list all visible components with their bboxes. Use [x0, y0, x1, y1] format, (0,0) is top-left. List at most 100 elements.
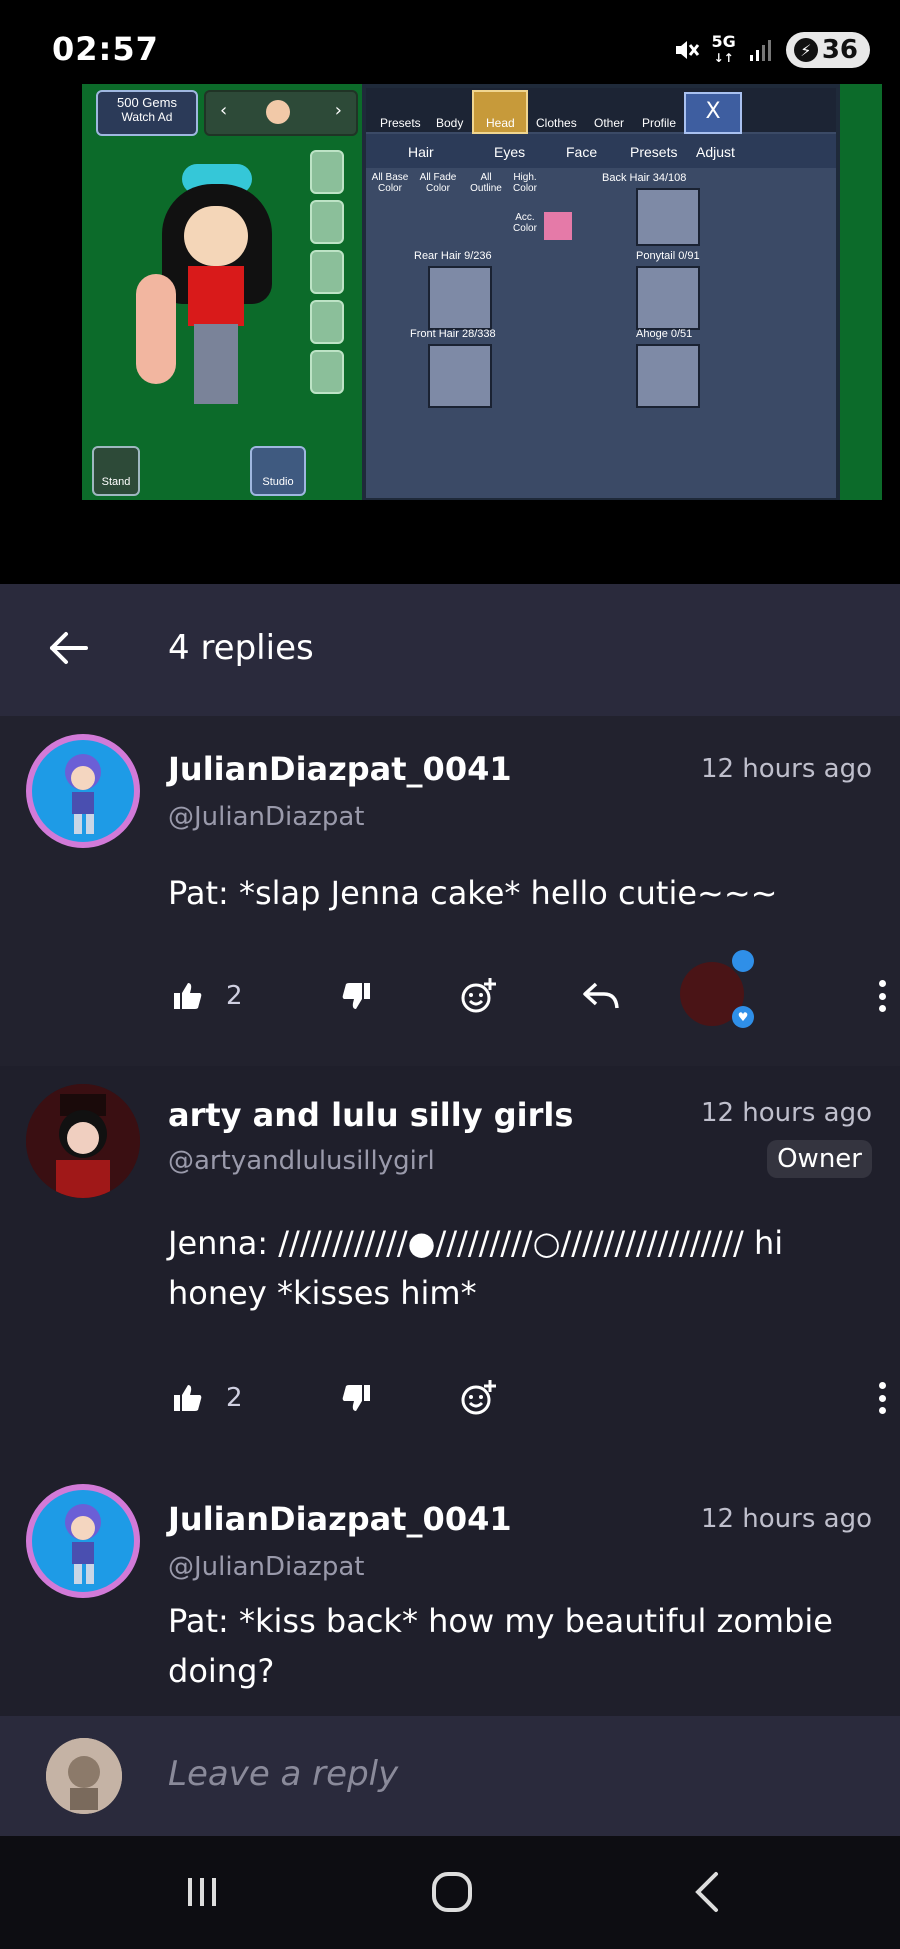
dislike-button[interactable] — [340, 1374, 372, 1422]
tab-presets-label: Presets — [380, 116, 421, 130]
slot-ponytail — [636, 266, 700, 330]
thread-header: 4 replies — [0, 584, 900, 716]
home-button[interactable] — [422, 1866, 482, 1918]
editor-panel: Presets Body Head Clothes Other Profile … — [362, 84, 840, 500]
more-options-icon[interactable] — [876, 980, 888, 1012]
add-reaction-button[interactable] — [458, 1374, 498, 1422]
reply-bar: Leave a reply — [0, 1716, 900, 1836]
editor-tabs: Presets Body Head Clothes Other Profile … — [366, 88, 836, 134]
status-bar: 02:57 5G ↓↑ ⚡ 36 — [0, 0, 900, 84]
comment-text: Pat: *kiss back* how my beautiful zombie… — [168, 1602, 833, 1690]
replies-count-title: 4 replies — [168, 628, 314, 668]
like-count: 2 — [226, 981, 243, 1011]
comment-handle: @artyandlulusillygirl — [168, 1146, 435, 1176]
comment-time: 12 hours ago — [700, 1504, 872, 1534]
signal-icon — [749, 40, 771, 61]
status-icons: 5G ↓↑ ⚡ 36 — [672, 30, 870, 70]
preset-selector: ‹ › — [204, 90, 358, 136]
charging-icon: ⚡ — [793, 38, 818, 62]
comment-text: Pat: *slap Jenna cake* hello cutie~~~ — [168, 874, 778, 912]
slot-ahoge-label: Ahoge 0/51 — [636, 328, 693, 340]
gems-badge: 500 Gems Watch Ad — [96, 90, 198, 136]
thumbs-up-icon — [174, 983, 202, 1009]
owner-badge: Owner — [767, 1140, 872, 1178]
slot-back-hair-label: Back Hair 34/108 — [602, 172, 687, 184]
add-reaction-button[interactable] — [458, 972, 498, 1020]
color-label-all-fade: All Fade Color — [419, 172, 457, 194]
editor-subtabs: Hair Eyes Face Presets Adjust — [366, 134, 836, 168]
status-time: 02:57 — [52, 30, 159, 68]
avatar[interactable] — [26, 1084, 140, 1198]
color-label-all-base: All Base Color — [371, 172, 409, 194]
side-tool-buttons — [310, 150, 344, 194]
slot-back-hair — [636, 188, 700, 246]
comment-list[interactable]: JulianDiazpat_0041 @JulianDiazpat 12 hou… — [0, 716, 900, 1716]
like-button[interactable]: 2 — [172, 972, 243, 1020]
stand-label: Stand — [101, 476, 131, 488]
more-options-icon[interactable] — [876, 1382, 888, 1414]
like-button[interactable]: 2 — [172, 1374, 243, 1422]
chevron-left-icon — [695, 1872, 718, 1912]
close-editor-button: X — [684, 92, 742, 134]
comment-handle: @JulianDiazpat — [168, 1552, 365, 1582]
recent-apps-icon — [188, 1878, 216, 1906]
avatar[interactable] — [26, 734, 140, 848]
subtab-face-label: Face — [566, 144, 598, 160]
comment-item: JulianDiazpat_0041 @JulianDiazpat 12 hou… — [0, 1466, 900, 1716]
gems-label: 500 Gems — [117, 95, 177, 110]
battery-indicator: ⚡ 36 — [785, 32, 870, 68]
tab-head-label: Head — [486, 116, 515, 130]
recent-apps-button[interactable] — [172, 1866, 232, 1918]
character-figure — [122, 154, 302, 444]
stand-button: Stand — [92, 446, 140, 496]
avatar[interactable] — [26, 1484, 140, 1598]
thumbs-down-icon — [342, 1385, 370, 1411]
subtab-eyes-label: Eyes — [494, 144, 526, 160]
reply-button[interactable] — [582, 972, 620, 1020]
mute-icon — [675, 41, 699, 59]
video-player[interactable]: 500 Gems Watch Ad ‹ › Stand Studio Prese… — [0, 84, 900, 584]
network-indicator: 5G ↓↑ — [711, 32, 736, 66]
chat-bubble-icon — [732, 950, 754, 972]
tab-clothes-label: Clothes — [536, 116, 577, 130]
comment-username[interactable]: arty and lulu silly girls — [168, 1096, 573, 1134]
comment-username[interactable]: JulianDiazpat_0041 — [168, 1500, 512, 1538]
tab-other-label: Other — [594, 116, 625, 130]
back-arrow-icon[interactable] — [44, 624, 92, 672]
subtab-adjust-label: Adjust — [696, 144, 735, 160]
color-label-high: High. Color — [513, 172, 537, 194]
reply-input[interactable]: Leave a reply — [168, 1754, 398, 1794]
slot-rear-hair — [428, 266, 492, 330]
studio-button: Studio — [250, 446, 306, 496]
add-reaction-icon — [461, 1380, 496, 1415]
comment-item: JulianDiazpat_0041 @JulianDiazpat 12 hou… — [0, 716, 900, 1066]
home-circle-icon — [432, 1872, 472, 1912]
comment-actions: 2 — [168, 950, 888, 1028]
comment-handle: @JulianDiazpat — [168, 802, 365, 832]
subtab-hair-label: Hair — [408, 144, 434, 160]
back-button[interactable] — [678, 1866, 738, 1918]
slot-front-hair — [428, 344, 492, 408]
heart-icon: ♥ — [732, 1006, 754, 1028]
comment-item: arty and lulu silly girls @artyandlulusi… — [0, 1066, 900, 1466]
studio-label: Studio — [262, 476, 294, 488]
slot-front-hair-label: Front Hair 28/338 — [410, 328, 496, 340]
comment-time: 12 hours ago — [700, 1098, 872, 1128]
slot-ahoge — [636, 344, 700, 408]
comment-text: Jenna: ////////////●/////////○//////////… — [168, 1224, 784, 1312]
user-avatar — [46, 1738, 122, 1814]
dislike-button[interactable] — [340, 972, 372, 1020]
tab-profile-label: Profile — [642, 116, 677, 130]
subtab-presets-label: Presets — [630, 144, 678, 160]
battery-level: 36 — [821, 35, 858, 65]
acc-color-swatch — [544, 212, 572, 240]
slot-ponytail-label: Ponytail 0/91 — [636, 250, 700, 262]
thumbs-up-icon — [174, 1385, 202, 1411]
tab-body-label: Body — [436, 116, 464, 130]
color-label-all-outline: All Outline — [470, 172, 502, 194]
color-label-acc: Acc. Color — [513, 212, 537, 234]
add-reaction-icon — [461, 978, 496, 1013]
system-nav-bar — [0, 1836, 900, 1949]
comment-username[interactable]: JulianDiazpat_0041 — [168, 750, 512, 788]
like-count: 2 — [226, 1383, 243, 1413]
